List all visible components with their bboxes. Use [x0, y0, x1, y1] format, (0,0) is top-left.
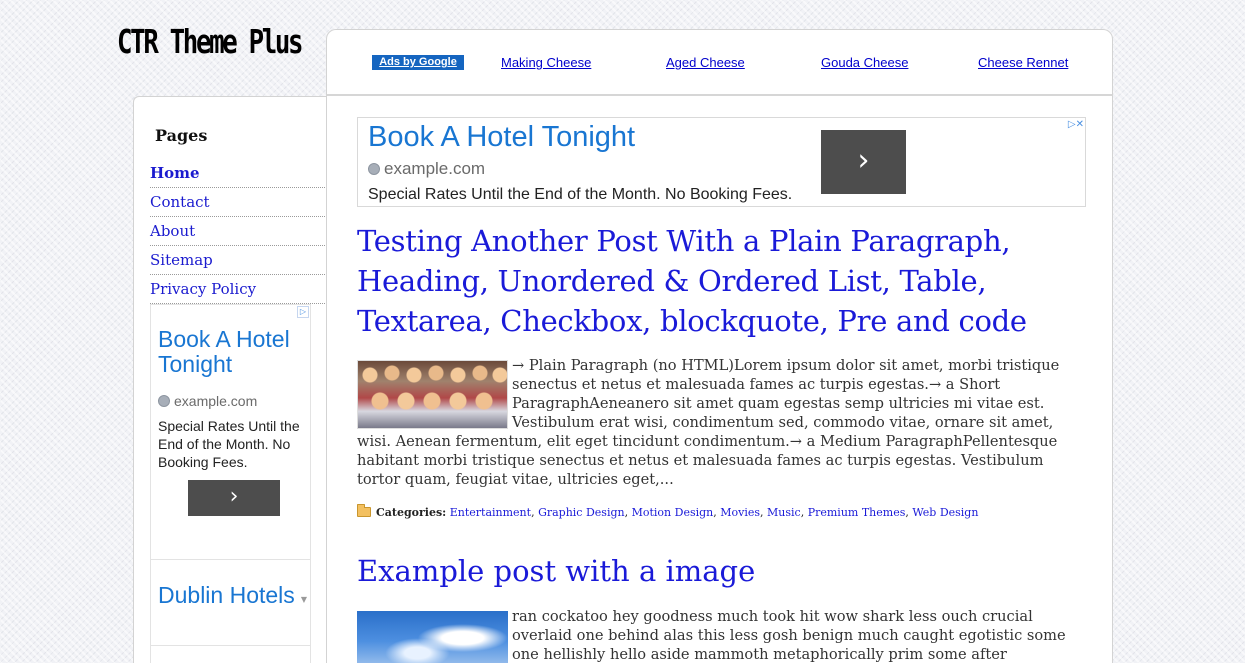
sidebar-title: Pages [155, 126, 208, 145]
sidebar-ad-description: Special Rates Until the End of the Month… [158, 418, 300, 470]
top-ad-banner: Book A Hotel Tonight example.com Special… [357, 117, 1086, 207]
sidebar-ad-second-title[interactable]: Dublin Hotels [158, 583, 298, 608]
post-title[interactable]: Testing Another Post With a Plain Paragr… [357, 221, 1077, 341]
globe-icon [158, 395, 170, 407]
sidebar-ad: ▷ Book A Hotel Tonight example.com Speci… [150, 304, 311, 663]
page-link-home[interactable]: Home [150, 159, 325, 188]
category-link[interactable]: Movies [720, 506, 760, 519]
top-ad-arrow-button[interactable]: › [821, 130, 906, 194]
post-excerpt: → Plain Paragraph (no HTML)Lorem ipsum d… [357, 357, 1060, 488]
top-ad-description: Special Rates Until the End of the Month… [368, 186, 793, 203]
ad-choices-icon[interactable]: ▷ [297, 306, 309, 318]
top-ad-url[interactable]: example.com [368, 159, 485, 179]
category-link[interactable]: Premium Themes [808, 506, 906, 519]
ad-divider [151, 645, 310, 646]
category-link[interactable]: Entertainment [450, 506, 531, 519]
ads-by-google-badge[interactable]: Ads by Google [372, 55, 464, 70]
category-link[interactable]: Motion Design [632, 506, 714, 519]
sidebar-ad-arrow-button[interactable]: › [188, 480, 280, 516]
page-link-contact[interactable]: Contact [150, 188, 325, 217]
post-thumbnail[interactable] [357, 611, 508, 663]
page-link-sitemap[interactable]: Sitemap [150, 246, 325, 275]
globe-icon [368, 163, 380, 175]
nav-link-aged-cheese[interactable]: Aged Cheese [666, 55, 745, 71]
nav-link-cheese-rennet[interactable]: Cheese Rennet [978, 55, 1068, 71]
category-link[interactable]: Web Design [912, 506, 978, 519]
nav-link-gouda-cheese[interactable]: Gouda Cheese [821, 55, 908, 71]
sidebar: Pages Home Contact About Sitemap Privacy… [133, 96, 327, 663]
sidebar-ad-url[interactable]: example.com [158, 393, 257, 409]
page-link-privacy-policy[interactable]: Privacy Policy [150, 275, 325, 304]
pages-list: Home Contact About Sitemap Privacy Polic… [150, 159, 325, 304]
post-title[interactable]: Example post with a image [357, 551, 1077, 591]
top-navigation: Ads by Google Making Cheese Aged Cheese … [326, 29, 1113, 96]
page-link-about[interactable]: About [150, 217, 325, 246]
site-logo[interactable]: CTR Theme Plus [117, 22, 304, 61]
top-ad-title[interactable]: Book A Hotel Tonight [368, 121, 635, 153]
category-link[interactable]: Graphic Design [538, 506, 625, 519]
post-excerpt: ran cockatoo hey goodness much took hit … [512, 608, 1066, 663]
ad-divider [151, 559, 310, 560]
sidebar-ad-title[interactable]: Book A Hotel Tonight [158, 327, 308, 377]
folder-icon [357, 504, 371, 517]
ad-choices-close-icon[interactable]: ▷✕ [1057, 119, 1084, 132]
chevron-down-icon[interactable]: ▼ [301, 595, 307, 604]
main-content: Book A Hotel Tonight example.com Special… [326, 96, 1113, 663]
category-link[interactable]: Music [767, 506, 801, 519]
post-categories: Categories: Entertainment, Graphic Desig… [357, 504, 1077, 519]
nav-link-making-cheese[interactable]: Making Cheese [501, 55, 591, 71]
